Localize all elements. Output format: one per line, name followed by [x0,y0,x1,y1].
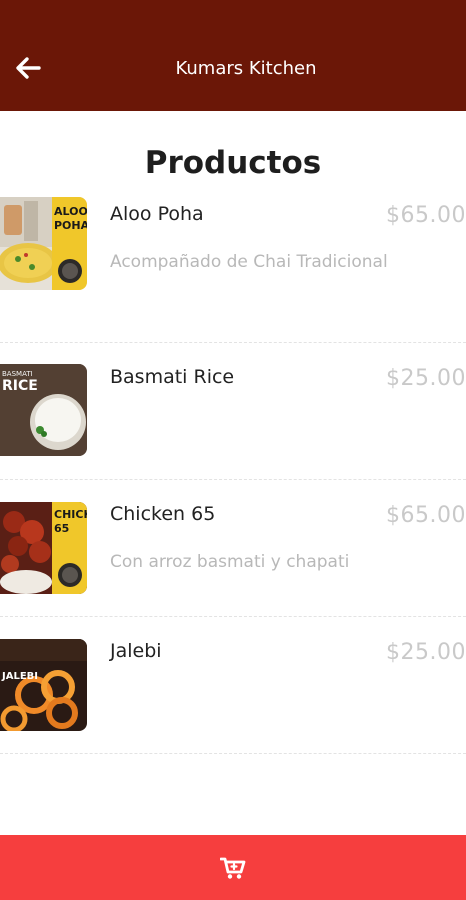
svg-text:BASMATI: BASMATI [2,370,33,378]
product-name: Jalebi [110,640,162,662]
product-description: Acompañado de Chai Tradicional [110,252,388,272]
svg-text:POHA: POHA [54,219,87,232]
product-item-chicken-65[interactable]: CHICK 65 Chicken 65 $65.00 Con arroz bas… [0,480,466,617]
product-description: Con arroz basmati y chapati [110,552,350,572]
app-title: Kumars Kitchen [175,58,317,79]
product-price: $65.00 [386,203,466,228]
cart-button[interactable] [0,835,466,900]
product-item-basmati-rice[interactable]: BASMATI RICE Basmati Rice $25.00 [0,343,466,480]
product-image-aloo-poha: ALOO POHA [0,197,87,290]
svg-text:JALEBI: JALEBI [1,671,38,682]
product-item-jalebi[interactable]: JALEBI Jalebi $25.00 [0,617,466,754]
product-image-chicken-65: CHICK 65 [0,502,87,594]
product-price: $65.00 [386,503,466,528]
svg-text:65: 65 [54,522,69,535]
divider [0,753,466,754]
product-price: $25.00 [386,640,466,665]
product-price: $25.00 [386,366,466,391]
product-name: Basmati Rice [110,366,235,388]
svg-text:RICE: RICE [2,378,38,394]
product-image-basmati-rice: BASMATI RICE [0,364,87,456]
product-image-jalebi: JALEBI [0,639,87,731]
product-name: Aloo Poha [110,203,204,225]
svg-text:ALOO: ALOO [54,205,87,218]
product-item-aloo-poha[interactable]: ALOO POHA Aloo Poha $65.00 Acompañado de… [0,180,466,343]
shopping-cart-icon [220,857,246,879]
svg-text:CHICK: CHICK [54,508,87,521]
app-bar: Kumars Kitchen [0,0,466,111]
product-name: Chicken 65 [110,503,216,525]
